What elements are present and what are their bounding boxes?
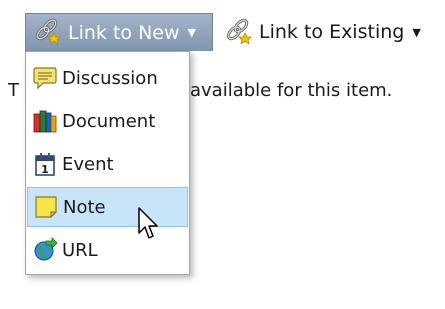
link-to-new-button[interactable]: Link to New ▼ bbox=[25, 13, 213, 51]
url-globe-icon bbox=[31, 236, 59, 264]
menu-item-url[interactable]: URL bbox=[27, 230, 188, 270]
menu-item-label: Note bbox=[63, 196, 106, 218]
menu-item-event[interactable]: 1 Event bbox=[27, 144, 188, 184]
menu-item-label: Document bbox=[62, 110, 156, 132]
document-icon bbox=[31, 107, 59, 135]
svg-text:1: 1 bbox=[41, 163, 49, 176]
mouse-pointer-icon bbox=[138, 207, 160, 246]
menu-item-note[interactable]: Note bbox=[27, 187, 188, 227]
link-to-existing-label: Link to Existing bbox=[259, 21, 405, 43]
note-icon bbox=[32, 193, 60, 221]
link-to-new-menu: Discussion Document 1 Event Note URL bbox=[25, 51, 190, 275]
menu-item-document[interactable]: Document bbox=[27, 101, 188, 141]
menu-item-label: Event bbox=[62, 153, 114, 175]
link-to-existing-button[interactable]: Link to Existing ▼ bbox=[220, 13, 445, 51]
link-to-new-label: Link to New bbox=[68, 21, 180, 44]
menu-item-label: URL bbox=[62, 239, 98, 261]
discussion-icon bbox=[31, 64, 59, 92]
chevron-down-icon: ▼ bbox=[187, 26, 196, 39]
message-fragment-right: available for this item. bbox=[190, 80, 393, 101]
chevron-down-icon: ▼ bbox=[412, 25, 421, 39]
menu-item-label: Discussion bbox=[62, 67, 158, 89]
link-chain-icon bbox=[32, 16, 62, 49]
message-fragment-left: T bbox=[8, 80, 19, 101]
link-chain-icon bbox=[223, 16, 253, 49]
calendar-event-icon: 1 bbox=[31, 150, 59, 178]
menu-item-discussion[interactable]: Discussion bbox=[27, 58, 188, 98]
